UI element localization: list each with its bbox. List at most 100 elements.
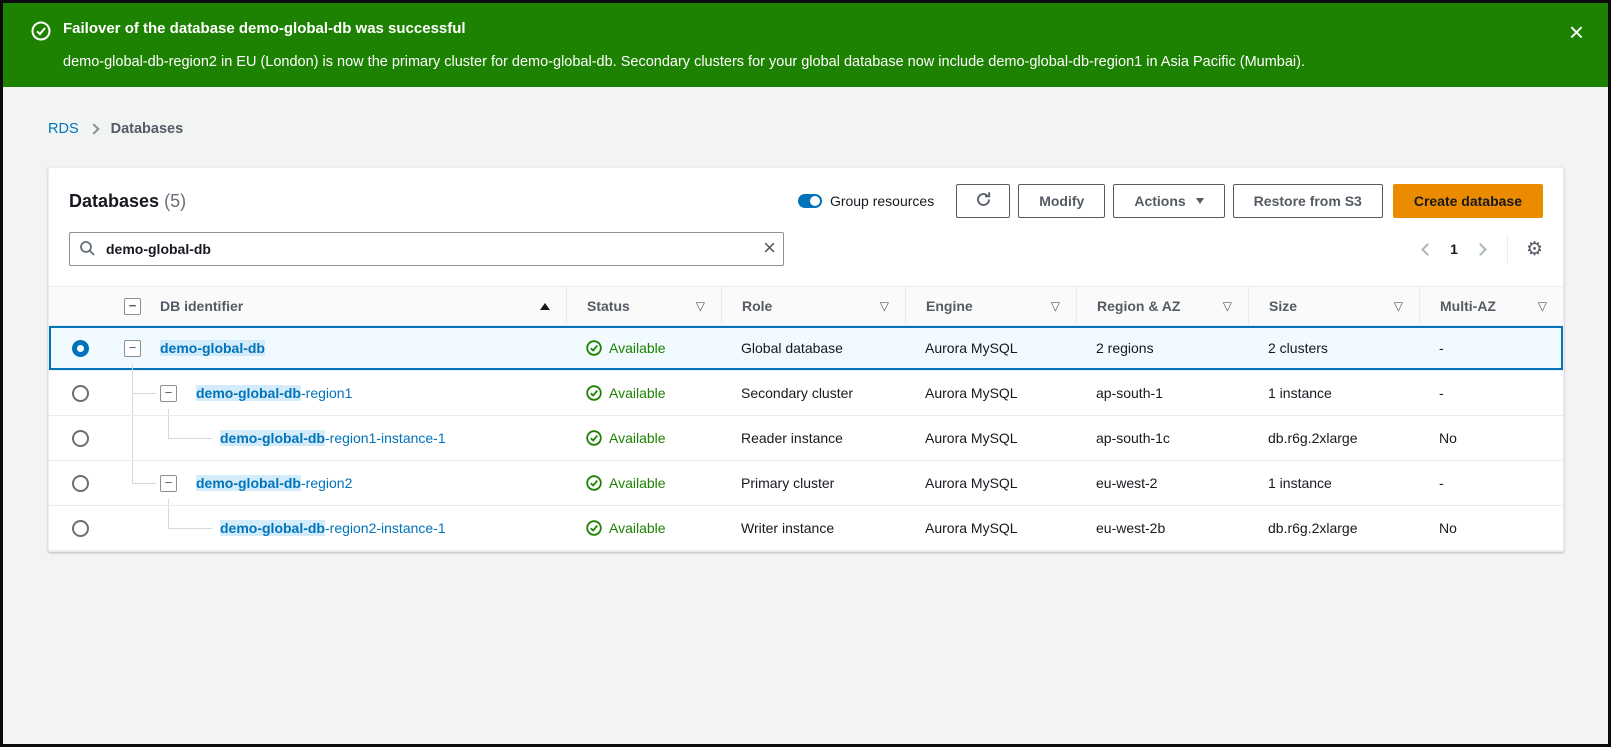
table-row[interactable]: demo-global-db-region2-instance-1 Availa…	[49, 506, 1563, 551]
table-body: − demo-global-db Available Global databa…	[49, 326, 1563, 551]
tree-connector	[168, 416, 169, 438]
size-cell: 1 instance	[1248, 371, 1419, 415]
row-radio-button[interactable]	[72, 385, 89, 402]
role-cell: Primary cluster	[721, 461, 905, 505]
magnifier-icon	[79, 240, 96, 257]
row-radio-button[interactable]	[72, 520, 89, 537]
caret-down-icon	[1196, 198, 1204, 204]
actions-button[interactable]: Actions	[1113, 184, 1224, 218]
column-header-multi-az[interactable]: Multi-AZ▽	[1419, 287, 1563, 325]
column-header-region-az[interactable]: Region & AZ▽	[1076, 287, 1248, 325]
panel-header: Databases (5) Group resources Modify Act…	[49, 168, 1563, 232]
status-cell: Available	[566, 461, 721, 505]
role-cell: Global database	[721, 326, 905, 370]
collapse-all-icon[interactable]: −	[124, 298, 141, 315]
breadcrumb-rds-link[interactable]: RDS	[48, 121, 79, 137]
multi-az-cell: -	[1419, 461, 1563, 505]
status-cell: Available	[566, 416, 721, 460]
header-radio-column	[49, 287, 112, 325]
db-identifier-link[interactable]: demo-global-db-region2	[196, 475, 352, 491]
available-check-icon	[586, 385, 602, 401]
tree-connector	[168, 506, 169, 528]
tree-connector	[168, 528, 212, 529]
available-check-icon	[586, 340, 602, 356]
tree-connector	[132, 483, 156, 484]
banner-title: Failover of the database demo-global-db …	[63, 19, 1305, 39]
modify-button[interactable]: Modify	[1018, 184, 1105, 218]
sort-icon: ▽	[1538, 299, 1547, 313]
db-identifier-link[interactable]: demo-global-db-region1	[196, 385, 352, 401]
clear-search-icon[interactable]: ×	[763, 235, 776, 261]
search-input[interactable]	[69, 232, 784, 266]
status-text: Available	[609, 340, 666, 356]
group-resources-toggle[interactable]: Group resources	[798, 193, 934, 209]
collapse-row-icon[interactable]: −	[160, 385, 177, 402]
tree-connector	[132, 364, 133, 370]
size-cell: 2 clusters	[1248, 326, 1419, 370]
column-header-status[interactable]: Status▽	[566, 287, 721, 325]
status-cell: Available	[566, 506, 721, 550]
size-cell: db.r6g.2xlarge	[1248, 416, 1419, 460]
available-check-icon	[586, 475, 602, 491]
db-identifier-link[interactable]: demo-global-db	[160, 340, 265, 356]
databases-table: − DB identifier Status▽ Role▽ Engine▽ Re…	[49, 286, 1563, 551]
role-cell: Writer instance	[721, 506, 905, 550]
create-database-button[interactable]: Create database	[1393, 184, 1543, 218]
app-window: Failover of the database demo-global-db …	[0, 0, 1611, 747]
size-cell: 1 instance	[1248, 461, 1419, 505]
resource-count: (5)	[164, 191, 186, 211]
tree-connector	[132, 393, 156, 394]
size-cell: db.r6g.2xlarge	[1248, 506, 1419, 550]
role-cell: Reader instance	[721, 416, 905, 460]
table-row[interactable]: − demo-global-db-region1 Available Secon…	[49, 371, 1563, 416]
row-radio-button[interactable]	[72, 475, 89, 492]
table-row[interactable]: − demo-global-db-region2 Available Prima…	[49, 461, 1563, 506]
role-cell: Secondary cluster	[721, 371, 905, 415]
available-check-icon	[586, 520, 602, 536]
column-header-role[interactable]: Role▽	[721, 287, 905, 325]
databases-panel: Databases (5) Group resources Modify Act…	[48, 167, 1564, 552]
status-text: Available	[609, 475, 666, 491]
table-row[interactable]: − demo-global-db Available Global databa…	[49, 326, 1563, 371]
pagination: 1 ⚙	[1423, 235, 1543, 263]
region-az-cell: 2 regions	[1076, 326, 1248, 370]
collapse-row-icon[interactable]: −	[160, 475, 177, 492]
engine-cell: Aurora MySQL	[905, 506, 1076, 550]
multi-az-cell: -	[1419, 326, 1563, 370]
engine-cell: Aurora MySQL	[905, 416, 1076, 460]
toggle-on-icon[interactable]	[798, 194, 822, 208]
collapse-row-icon[interactable]: −	[124, 340, 141, 357]
search-box: ×	[69, 232, 784, 266]
previous-page-icon[interactable]	[1421, 243, 1434, 256]
column-header-size[interactable]: Size▽	[1248, 287, 1419, 325]
success-check-icon	[31, 21, 51, 41]
row-radio-button[interactable]	[72, 340, 89, 357]
column-header-db-identifier[interactable]: − DB identifier	[112, 287, 566, 325]
current-page[interactable]: 1	[1450, 241, 1458, 257]
engine-cell: Aurora MySQL	[905, 371, 1076, 415]
chevron-right-icon	[88, 123, 99, 134]
table-row[interactable]: demo-global-db-region1-instance-1 Availa…	[49, 416, 1563, 461]
banner-close-icon[interactable]: ×	[1569, 21, 1584, 43]
sort-ascending-icon	[540, 303, 550, 310]
db-identifier-link[interactable]: demo-global-db-region2-instance-1	[220, 520, 446, 536]
divider	[1507, 235, 1508, 263]
region-az-cell: ap-south-1c	[1076, 416, 1248, 460]
region-az-cell: eu-west-2	[1076, 461, 1248, 505]
column-header-engine[interactable]: Engine▽	[905, 287, 1076, 325]
gear-icon[interactable]: ⚙	[1526, 240, 1543, 259]
filter-row: × 1 ⚙	[49, 232, 1563, 286]
refresh-button[interactable]	[956, 184, 1010, 218]
engine-cell: Aurora MySQL	[905, 461, 1076, 505]
row-radio-button[interactable]	[72, 430, 89, 447]
restore-from-s3-button[interactable]: Restore from S3	[1233, 184, 1383, 218]
sort-icon: ▽	[1051, 299, 1060, 313]
next-page-icon[interactable]	[1474, 243, 1487, 256]
tree-connector	[168, 499, 169, 505]
banner-description: demo-global-db-region2 in EU (London) is…	[63, 52, 1305, 72]
status-text: Available	[609, 430, 666, 446]
breadcrumb-current: Databases	[111, 121, 184, 137]
db-identifier-link[interactable]: demo-global-db-region1-instance-1	[220, 430, 446, 446]
status-text: Available	[609, 385, 666, 401]
tree-connector	[168, 438, 212, 439]
